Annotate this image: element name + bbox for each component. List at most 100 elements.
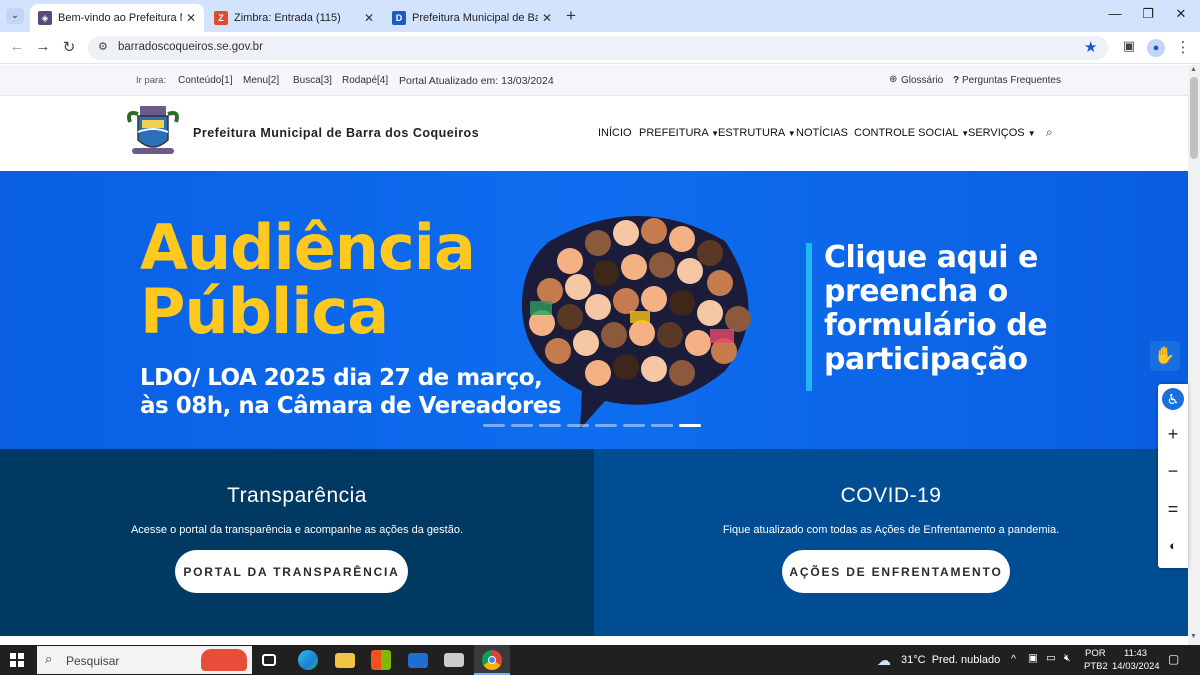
tab-prefeitura-2[interactable]: D Prefeitura Municipal de Barra d ✕ — [384, 4, 560, 32]
scroll-down-arrow-icon[interactable]: ▼ — [1190, 633, 1197, 640]
close-tab-icon[interactable]: ✕ — [364, 11, 374, 25]
microsoft-store-icon[interactable] — [371, 650, 391, 670]
url-text: barradoscoqueiros.se.gov.br — [118, 41, 263, 53]
close-window-icon[interactable]: ✕ — [1166, 6, 1196, 22]
glossary-icon: ⊕ — [889, 74, 898, 85]
menu-label: SERVIÇOS — [968, 127, 1025, 139]
profile-avatar-icon[interactable]: ● — [1147, 39, 1165, 57]
minimize-icon[interactable]: — — [1100, 6, 1130, 21]
contrast-icon[interactable]: ◐ — [1158, 538, 1188, 553]
slide-dot[interactable] — [567, 424, 589, 427]
tray-chevron-up-icon[interactable]: ^ — [1011, 653, 1016, 665]
notifications-icon[interactable]: ▢ — [1168, 652, 1179, 666]
close-tab-icon[interactable]: ✕ — [542, 11, 552, 25]
scrollbar-thumb[interactable] — [1190, 77, 1198, 159]
tab-prefeitura[interactable]: ◈ Bem-vindo ao Prefeitura Munic ✕ — [30, 4, 204, 32]
bookmark-star-icon[interactable]: ★ — [1084, 38, 1097, 56]
hero-banner-slider[interactable]: Audiência Pública LDO/ LOA 2025 dia 27 d… — [0, 171, 1188, 449]
utility-bar: Ir para: Conteúdo[1] Menu[2] Busca[3] Ro… — [0, 65, 1200, 96]
new-tab-button[interactable]: + — [566, 6, 576, 26]
volume-muted-icon[interactable]: 🔇︎ — [1064, 652, 1071, 665]
menu-controle-social[interactable]: CONTROLE SOCIAL ▼ — [854, 127, 969, 139]
hero-title-line1: Audiência — [140, 211, 476, 284]
d-logo-icon: D — [392, 11, 406, 25]
back-icon[interactable]: ← — [6, 38, 28, 55]
address-bar[interactable]: ⚙ barradoscoqueiros.se.gov.br ★ — [88, 36, 1108, 60]
menu-prefeitura[interactable]: PREFEITURA ▼ — [639, 127, 719, 139]
menu-estrutura[interactable]: ESTRUTURA ▼ — [718, 127, 796, 139]
windows-start-icon[interactable] — [10, 653, 24, 667]
clock-time[interactable]: 11:43 — [1124, 648, 1147, 659]
edge-icon[interactable] — [298, 650, 318, 670]
keyboard-layout[interactable]: PTB2 — [1084, 661, 1108, 672]
clock-date[interactable]: 14/03/2024 — [1112, 661, 1160, 672]
language-code[interactable]: POR — [1085, 648, 1106, 659]
windows-taskbar: ⌕ Pesquisar ☁ 31°C Pred. nublado ^ ▣ ▭ 🔇… — [0, 645, 1200, 675]
network-icon[interactable]: ▭ — [1046, 652, 1056, 664]
faq-icon: ? — [953, 75, 960, 86]
menu-label: PREFEITURA — [639, 127, 709, 139]
skip-link-content[interactable]: Conteúdo[1] — [178, 75, 233, 86]
search-icon[interactable]: ⌕ — [1046, 125, 1053, 140]
slider-pagination — [483, 424, 701, 427]
file-explorer-icon[interactable] — [335, 653, 355, 668]
portal-transparencia-button[interactable]: PORTAL DA TRANSPARÊNCIA — [175, 550, 408, 593]
crowd-speech-bubble-illustration — [521, 216, 751, 429]
browser-toolbar: ← → ↻ ⚙ barradoscoqueiros.se.gov.br ★ ▣ … — [0, 32, 1200, 64]
taskbar-search-box[interactable]: ⌕ Pesquisar — [37, 646, 252, 674]
zoom-in-icon[interactable]: + — [1158, 424, 1188, 445]
slide-dot[interactable] — [651, 424, 673, 427]
reload-icon[interactable]: ↻ — [58, 38, 80, 56]
slide-dot[interactable] — [539, 424, 561, 427]
tab-search-button[interactable]: ⌄ — [6, 8, 24, 24]
close-tab-icon[interactable]: ✕ — [186, 11, 196, 25]
accessibility-icon[interactable]: ♿ — [1158, 388, 1188, 410]
restore-icon[interactable]: ❐ — [1133, 6, 1163, 22]
tab-zimbra[interactable]: Z Zimbra: Entrada (115) ✕ — [206, 4, 382, 32]
hero-subtitle-line1: LDO/ LOA 2025 dia 27 de março, — [140, 365, 543, 391]
side-panel-icon[interactable]: ▣ — [1118, 38, 1140, 54]
acoes-enfrentamento-button[interactable]: AÇÕES DE ENFRENTAMENTO — [782, 550, 1010, 593]
menu-inicio[interactable]: INÍCIO — [598, 127, 632, 139]
slide-dot[interactable] — [623, 424, 645, 427]
faq-link[interactable]: Perguntas Frequentes — [962, 75, 1061, 86]
chevron-down-icon: ▼ — [1027, 129, 1036, 138]
mail-icon[interactable] — [408, 653, 428, 668]
slide-dot[interactable] — [511, 424, 533, 427]
skip-link-footer[interactable]: Rodapé[4] — [342, 75, 388, 86]
reset-font-icon[interactable]: = — [1158, 499, 1188, 520]
slide-dot[interactable] — [595, 424, 617, 427]
forward-icon[interactable]: → — [32, 38, 54, 55]
page-scrollbar[interactable]: ▲ ▼ — [1188, 65, 1200, 645]
site-brand-name[interactable]: Prefeitura Municipal de Barra dos Coquei… — [193, 126, 479, 140]
slide-dot[interactable] — [483, 424, 505, 427]
transparencia-text: Acesse o portal da transparência e acomp… — [130, 524, 464, 536]
skip-link-search[interactable]: Busca[3] — [293, 75, 332, 86]
glossary-link[interactable]: Glossário — [901, 75, 943, 86]
chrome-taskbar-button[interactable] — [474, 645, 510, 675]
menu-label: ESTRUTURA — [718, 127, 785, 139]
weather-text[interactable]: 31°C Pred. nublado — [901, 654, 1000, 666]
zimbra-icon: Z — [214, 11, 228, 25]
hero-cta-text[interactable]: Clique aqui e preencha o formulário de p… — [824, 241, 1124, 377]
menu-noticias[interactable]: NOTÍCIAS — [796, 127, 848, 139]
slide-dot-active[interactable] — [679, 424, 701, 427]
covid-text: Fique atualizado com todas as Ações de E… — [722, 524, 1060, 536]
tab-title: Bem-vindo ao Prefeitura Munic — [58, 12, 182, 24]
portal-updated-text: Portal Atualizado em: 13/03/2024 — [399, 75, 554, 87]
task-view-icon[interactable] — [262, 654, 276, 666]
tray-app-icon[interactable]: ▣ — [1028, 652, 1038, 664]
zoom-out-icon[interactable]: − — [1158, 461, 1188, 482]
skip-link-menu[interactable]: Menu[2] — [243, 75, 279, 86]
vlibras-hands-icon[interactable]: ✋ — [1150, 341, 1180, 371]
transparencia-title: Transparência — [227, 484, 367, 507]
cta-line: preencha o — [824, 274, 1008, 309]
skip-label: Ir para: — [136, 75, 167, 86]
scroll-up-arrow-icon[interactable]: ▲ — [1190, 66, 1197, 73]
menu-servicos[interactable]: SERVIÇOS ▼ — [968, 127, 1036, 139]
chevron-down-icon: ▼ — [787, 129, 796, 138]
browser-menu-icon[interactable]: ⋮ — [1172, 38, 1194, 56]
municipal-crest-logo[interactable] — [124, 102, 182, 160]
site-info-icon[interactable]: ⚙ — [98, 40, 108, 53]
printer-app-icon[interactable] — [444, 653, 464, 667]
